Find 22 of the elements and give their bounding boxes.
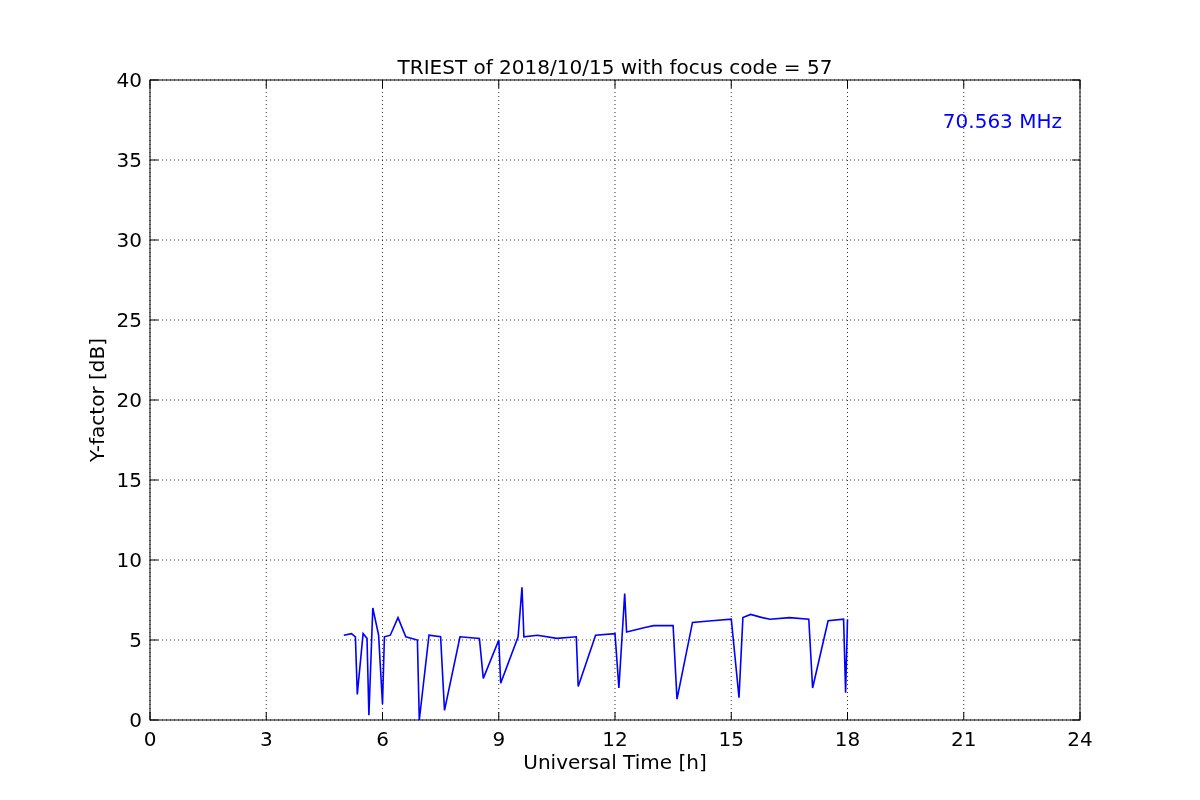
tick-label: 6 — [376, 727, 389, 751]
tick-label: 9 — [492, 727, 506, 751]
tick-label: 15 — [116, 468, 142, 492]
tick-label: 5 — [129, 628, 142, 652]
tick-label: 0 — [129, 708, 142, 732]
series-label: 70.563 MHz — [942, 109, 1062, 133]
tick-label: 24 — [1067, 727, 1093, 751]
tick-label: 0 — [143, 727, 157, 751]
tick-label: 20 — [116, 388, 142, 412]
tick-label: 40 — [116, 68, 142, 92]
chart-title: TRIEST of 2018/10/15 with focus code = 57 — [397, 55, 833, 79]
tick-label: 21 — [951, 727, 977, 751]
tick-label: 15 — [718, 727, 744, 751]
tick-label: 18 — [834, 727, 861, 751]
tick-label: 12 — [602, 727, 628, 751]
tick-label: 35 — [116, 148, 142, 172]
tick-label: 3 — [259, 727, 273, 751]
tick-label: 10 — [116, 548, 142, 572]
axis-label: Universal Time [h] — [523, 750, 707, 774]
axis-label: Y-factor [dB] — [85, 338, 109, 462]
tick-label: 25 — [116, 308, 142, 332]
tick-label: 30 — [116, 228, 142, 252]
